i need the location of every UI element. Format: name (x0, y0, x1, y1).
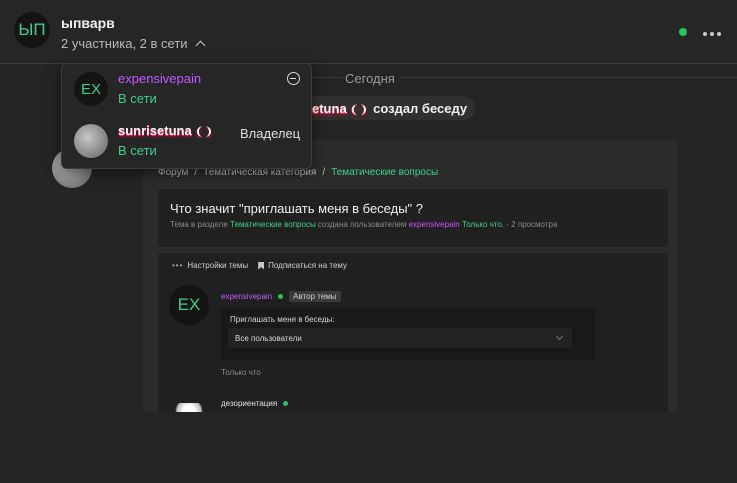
online-icon (278, 294, 284, 299)
remove-member-icon[interactable] (287, 72, 300, 85)
subscribe-label: Подписаться на тему (268, 261, 347, 270)
member-name[interactable]: sunrisetuna ❨❩ (118, 123, 213, 138)
conversation-header: ЫП ыпварв 2 участника, 2 в сети (0, 0, 737, 64)
more-options-icon[interactable] (703, 32, 721, 36)
member-status: В сети (118, 91, 157, 106)
breadcrumb-item-active: Тематические вопросы (331, 167, 439, 178)
date-label: Сегодня (345, 71, 395, 86)
author-badge: Автор темы (289, 291, 341, 302)
members-popup: EX expensivepain В сети sunrisetuna ❨❩ В … (61, 63, 312, 169)
post-time: Только что (221, 368, 261, 377)
participants-count: 2 участника, 2 в сети (61, 36, 188, 51)
date-separator: Сегодня (300, 64, 737, 92)
topic-header: Что значит "приглашать меня в беседы" ? … (158, 189, 668, 247)
online-status-icon (679, 28, 687, 36)
divider-right (400, 77, 737, 78)
topic-settings-label: Настройки темы (187, 261, 249, 270)
user-emoji: ❨❩ (349, 103, 369, 116)
member-status: В сети (118, 143, 157, 158)
system-message-user[interactable]: etuna ❨❩ (312, 101, 368, 116)
thread-body: ••• Настройки темы Подписаться на тему E… (158, 253, 668, 412)
divider-left (312, 77, 342, 78)
post-author: expensivepain Автор темы (221, 291, 341, 302)
topic-meta: Тема в разделе Тематические вопросы созд… (170, 220, 558, 229)
member-role: Владелец (240, 126, 301, 141)
breadcrumb-separator: / (322, 167, 326, 178)
bookmark-icon (258, 261, 265, 270)
conversation-avatar[interactable]: ЫП (14, 12, 50, 48)
poll-box: Приглашать меня в беседы: Все пользовате… (221, 308, 595, 360)
poll-select: Все пользователи (228, 328, 572, 348)
chevron-down-icon (555, 332, 564, 341)
participants-toggle[interactable]: 2 участника, 2 в сети (61, 36, 205, 51)
post2-avatar (171, 403, 207, 412)
poll-question: Приглашать меня в беседы: (230, 315, 335, 324)
chevron-up-icon (195, 40, 205, 51)
message-image[interactable]: Форум / Тематическая категория / Тематич… (143, 140, 677, 412)
system-message: etuna ❨❩ создал беседу (298, 96, 476, 120)
topic-tools: ••• Настройки темы Подписаться на тему (172, 261, 347, 270)
user-emoji: ❨❩ (194, 126, 214, 138)
system-message-text: создал беседу (373, 100, 468, 116)
online-icon (283, 401, 289, 406)
topic-title: Что значит "приглашать меня в беседы" ? (170, 201, 424, 216)
member-item[interactable]: EX expensivepain В сети (62, 64, 313, 114)
post-avatar: EX (169, 285, 209, 325)
member-avatar[interactable]: EX (74, 72, 108, 106)
ellipsis-icon: ••• (172, 261, 184, 270)
post2-author: дезориентация (221, 399, 289, 408)
conversation-title[interactable]: ыпварв (61, 15, 115, 31)
member-item[interactable]: sunrisetuna ❨❩ В сети Владелец (62, 116, 313, 166)
member-name[interactable]: expensivepain (118, 71, 201, 86)
member-avatar[interactable] (74, 124, 108, 158)
